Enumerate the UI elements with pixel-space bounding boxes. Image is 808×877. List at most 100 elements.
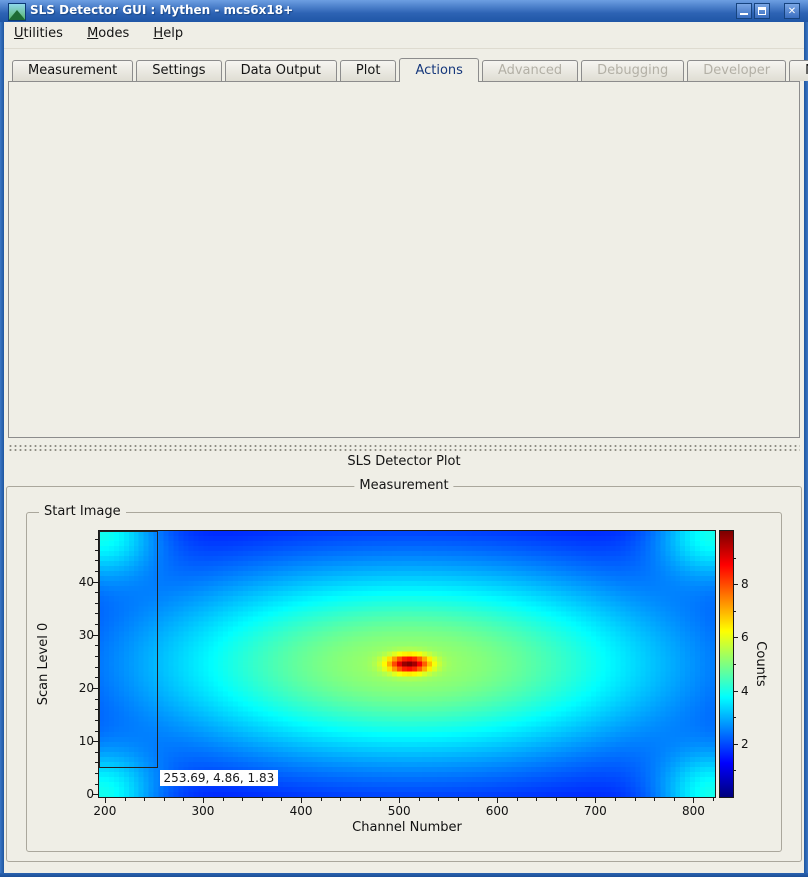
tab-data-output[interactable]: Data Output bbox=[225, 60, 337, 81]
tab-actions[interactable]: Actions bbox=[399, 58, 479, 82]
window-title: SLS Detector GUI : Mythen - mcs6x18+ bbox=[30, 3, 293, 17]
x-tick-label: 800 bbox=[673, 804, 713, 818]
x-tick-label: 600 bbox=[477, 804, 517, 818]
y-minor-tick bbox=[95, 752, 98, 753]
x-tick-label: 400 bbox=[281, 804, 321, 818]
x-minor-tick bbox=[615, 798, 616, 801]
y-minor-tick bbox=[95, 571, 98, 572]
x-minor-tick bbox=[458, 798, 459, 801]
y-minor-tick bbox=[95, 592, 98, 593]
colorbar-tick-mark bbox=[734, 584, 738, 585]
menu-bar: Utilities Modes Help bbox=[4, 22, 804, 49]
colorbar-tick-mark bbox=[734, 691, 738, 692]
colorbar-axis-title: Counts bbox=[752, 604, 768, 724]
x-minor-tick bbox=[321, 798, 322, 801]
plot-splitter-handle[interactable] bbox=[8, 444, 800, 452]
colorbar-canvas bbox=[720, 531, 733, 797]
x-minor-tick bbox=[438, 798, 439, 801]
measurement-group-title: Measurement bbox=[354, 478, 453, 493]
x-minor-tick bbox=[419, 798, 420, 801]
colorbar-tick-label: 6 bbox=[741, 630, 765, 644]
actions-tab-pane bbox=[8, 81, 800, 438]
menu-modes[interactable]: Modes bbox=[77, 22, 139, 45]
colorbar-tick-mark bbox=[734, 744, 738, 745]
y-minor-tick bbox=[95, 603, 98, 604]
x-minor-tick bbox=[478, 798, 479, 801]
tab-measurement[interactable]: Measurement bbox=[12, 60, 133, 81]
y-minor-tick bbox=[95, 784, 98, 785]
window-icon[interactable] bbox=[8, 3, 26, 21]
y-minor-tick bbox=[95, 677, 98, 678]
x-tick-mark bbox=[301, 798, 302, 803]
tab-debugging: Debugging bbox=[581, 60, 684, 81]
y-minor-tick bbox=[95, 773, 98, 774]
x-minor-tick bbox=[125, 798, 126, 801]
x-minor-tick bbox=[556, 798, 557, 801]
plot-dock-title: SLS Detector Plot bbox=[0, 454, 808, 469]
tab-settings[interactable]: Settings bbox=[136, 60, 221, 81]
x-minor-tick bbox=[517, 798, 518, 801]
x-minor-tick bbox=[242, 798, 243, 801]
colorbar-tick-label: 4 bbox=[741, 684, 765, 698]
x-minor-tick bbox=[281, 798, 282, 801]
y-minor-tick bbox=[95, 667, 98, 668]
y-tick-label: 40 bbox=[62, 575, 94, 589]
x-axis-title: Channel Number bbox=[98, 820, 716, 835]
y-minor-tick bbox=[95, 624, 98, 625]
maximize-button[interactable] bbox=[754, 3, 770, 19]
colorbar-minor-tick bbox=[734, 611, 736, 612]
tab-messages[interactable]: Messages bbox=[789, 60, 808, 81]
y-minor-tick bbox=[95, 560, 98, 561]
selection-rect bbox=[99, 531, 158, 768]
colorbar-minor-tick bbox=[734, 664, 736, 665]
x-minor-tick bbox=[536, 798, 537, 801]
x-tick-mark bbox=[203, 798, 204, 803]
y-tick-label: 0 bbox=[62, 787, 94, 801]
tab-advanced: Advanced bbox=[482, 60, 578, 81]
x-minor-tick bbox=[674, 798, 675, 801]
heatmap-canvas[interactable] bbox=[99, 531, 715, 797]
menu-utilities[interactable]: Utilities bbox=[4, 22, 73, 45]
x-tick-mark bbox=[105, 798, 106, 803]
application-window: SLS Detector GUI : Mythen - mcs6x18+ ✕ U… bbox=[0, 0, 808, 877]
menu-help[interactable]: Help bbox=[143, 22, 193, 45]
y-tick-label: 30 bbox=[62, 628, 94, 642]
window-border-right bbox=[804, 22, 808, 877]
x-minor-tick bbox=[360, 798, 361, 801]
y-minor-tick bbox=[95, 709, 98, 710]
colorbar-minor-tick bbox=[734, 558, 736, 559]
colorbar-frame bbox=[719, 530, 734, 798]
colorbar-minor-tick bbox=[734, 717, 736, 718]
x-minor-tick bbox=[144, 798, 145, 801]
x-minor-tick bbox=[340, 798, 341, 801]
x-tick-mark bbox=[399, 798, 400, 803]
y-minor-tick bbox=[95, 539, 98, 540]
window-border-bottom bbox=[0, 873, 808, 877]
tab-bar: Measurement Settings Data Output Plot Ac… bbox=[12, 58, 808, 81]
tab-developer: Developer bbox=[687, 60, 786, 81]
colorbar-tick-label: 2 bbox=[741, 737, 765, 751]
y-tick-label: 20 bbox=[62, 681, 94, 695]
heatmap-plot-frame bbox=[98, 530, 716, 798]
x-minor-tick bbox=[164, 798, 165, 801]
x-minor-tick bbox=[262, 798, 263, 801]
colorbar-tick-label: 8 bbox=[741, 577, 765, 591]
y-axis-title: Scan Level 0 bbox=[36, 594, 52, 734]
title-bar[interactable]: SLS Detector GUI : Mythen - mcs6x18+ ✕ bbox=[0, 0, 808, 23]
x-tick-label: 300 bbox=[183, 804, 223, 818]
tab-plot[interactable]: Plot bbox=[340, 60, 397, 81]
colorbar-tick-mark bbox=[734, 637, 738, 638]
y-minor-tick bbox=[95, 762, 98, 763]
plot-readout: 253.69, 4.86, 1.83 bbox=[160, 770, 279, 786]
y-minor-tick bbox=[95, 645, 98, 646]
close-button[interactable]: ✕ bbox=[784, 3, 800, 19]
x-minor-tick bbox=[713, 798, 714, 801]
x-tick-label: 200 bbox=[85, 804, 125, 818]
x-tick-label: 500 bbox=[379, 804, 419, 818]
minimize-button[interactable] bbox=[736, 3, 752, 19]
y-tick-label: 10 bbox=[62, 734, 94, 748]
y-minor-tick bbox=[95, 720, 98, 721]
y-minor-tick bbox=[95, 550, 98, 551]
x-minor-tick bbox=[183, 798, 184, 801]
x-tick-mark bbox=[693, 798, 694, 803]
